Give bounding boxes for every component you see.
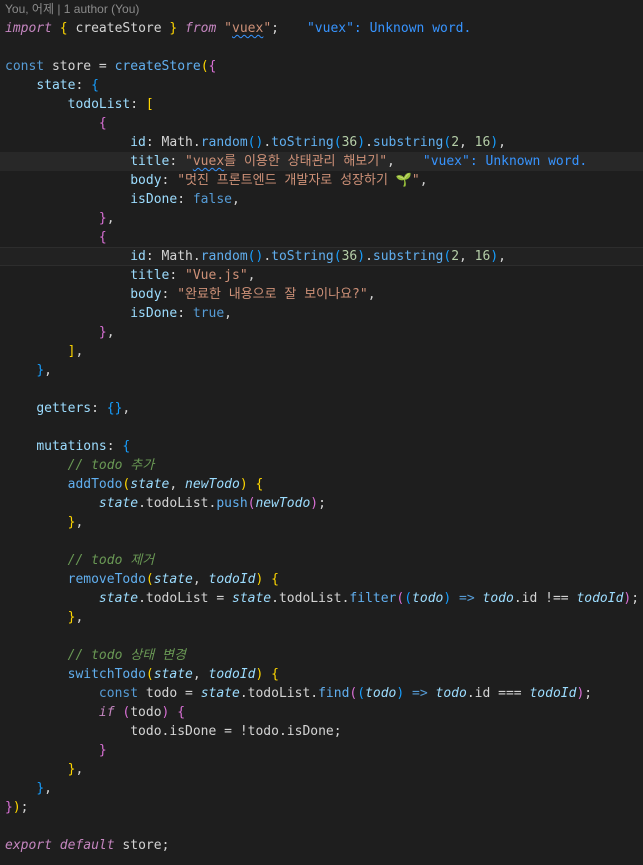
- code-line[interactable]: },: [0, 608, 643, 627]
- code-line[interactable]: [0, 817, 643, 836]
- code-line[interactable]: id: Math.random().toString(36).substring…: [0, 133, 643, 152]
- code-line[interactable]: [0, 380, 643, 399]
- code-area[interactable]: import { createStore } from "vuex"; "vuex…: [0, 19, 643, 855]
- unknown-word-hint: "vuex": Unknown word.: [422, 154, 588, 169]
- code-line[interactable]: isDone: false,: [0, 190, 643, 209]
- code-line[interactable]: const store = createStore({: [0, 57, 643, 76]
- code-line[interactable]: },: [0, 361, 643, 380]
- code-line[interactable]: });: [0, 798, 643, 817]
- code-line[interactable]: [0, 627, 643, 646]
- code-line[interactable]: [0, 418, 643, 437]
- code-line[interactable]: // todo 상태 변경: [0, 646, 643, 665]
- code-line[interactable]: body: "멋진 프론트엔드 개발자로 성장하기 🌱",: [0, 171, 643, 190]
- code-line[interactable]: const todo = state.todoList.find((todo) …: [0, 684, 643, 703]
- code-line[interactable]: },: [0, 513, 643, 532]
- code-line[interactable]: // todo 제거: [0, 551, 643, 570]
- code-editor[interactable]: You, 어제 | 1 author (You) import { create…: [0, 0, 643, 865]
- unknown-word-hint: "vuex": Unknown word.: [306, 21, 472, 36]
- code-line[interactable]: title: "Vue.js",: [0, 266, 643, 285]
- code-line[interactable]: mutations: {: [0, 437, 643, 456]
- code-line[interactable]: switchTodo(state, todoId) {: [0, 665, 643, 684]
- code-line-current[interactable]: id: Math.random().toString(36).substring…: [0, 247, 643, 266]
- code-line[interactable]: state.todoList = state.todoList.filter((…: [0, 589, 643, 608]
- code-line[interactable]: todo.isDone = !todo.isDone;: [0, 722, 643, 741]
- code-line[interactable]: isDone: true,: [0, 304, 643, 323]
- code-line[interactable]: removeTodo(state, todoId) {: [0, 570, 643, 589]
- code-line[interactable]: }: [0, 741, 643, 760]
- code-line[interactable]: addTodo(state, newTodo) {: [0, 475, 643, 494]
- code-line[interactable]: // todo 추가: [0, 456, 643, 475]
- git-blame-annotation[interactable]: You, 어제 | 1 author (You): [0, 0, 139, 19]
- code-line[interactable]: todoList: [: [0, 95, 643, 114]
- code-line[interactable]: import { createStore } from "vuex"; "vuex…: [0, 19, 643, 38]
- code-line[interactable]: {: [0, 114, 643, 133]
- code-line[interactable]: {: [0, 228, 643, 247]
- code-line[interactable]: },: [0, 209, 643, 228]
- code-line[interactable]: export default store;: [0, 836, 643, 855]
- code-line[interactable]: body: "완료한 내용으로 잘 보이나요?",: [0, 285, 643, 304]
- code-line[interactable]: title: "vuex를 이용한 상태관리 해보기", "vuex": Unkn…: [0, 152, 643, 171]
- code-line[interactable]: },: [0, 323, 643, 342]
- code-line[interactable]: state.todoList.push(newTodo);: [0, 494, 643, 513]
- code-line[interactable]: },: [0, 779, 643, 798]
- code-line[interactable]: [0, 532, 643, 551]
- code-line[interactable]: ],: [0, 342, 643, 361]
- code-line[interactable]: state: {: [0, 76, 643, 95]
- code-line[interactable]: getters: {},: [0, 399, 643, 418]
- code-line[interactable]: if (todo) {: [0, 703, 643, 722]
- code-line[interactable]: [0, 38, 643, 57]
- code-line[interactable]: },: [0, 760, 643, 779]
